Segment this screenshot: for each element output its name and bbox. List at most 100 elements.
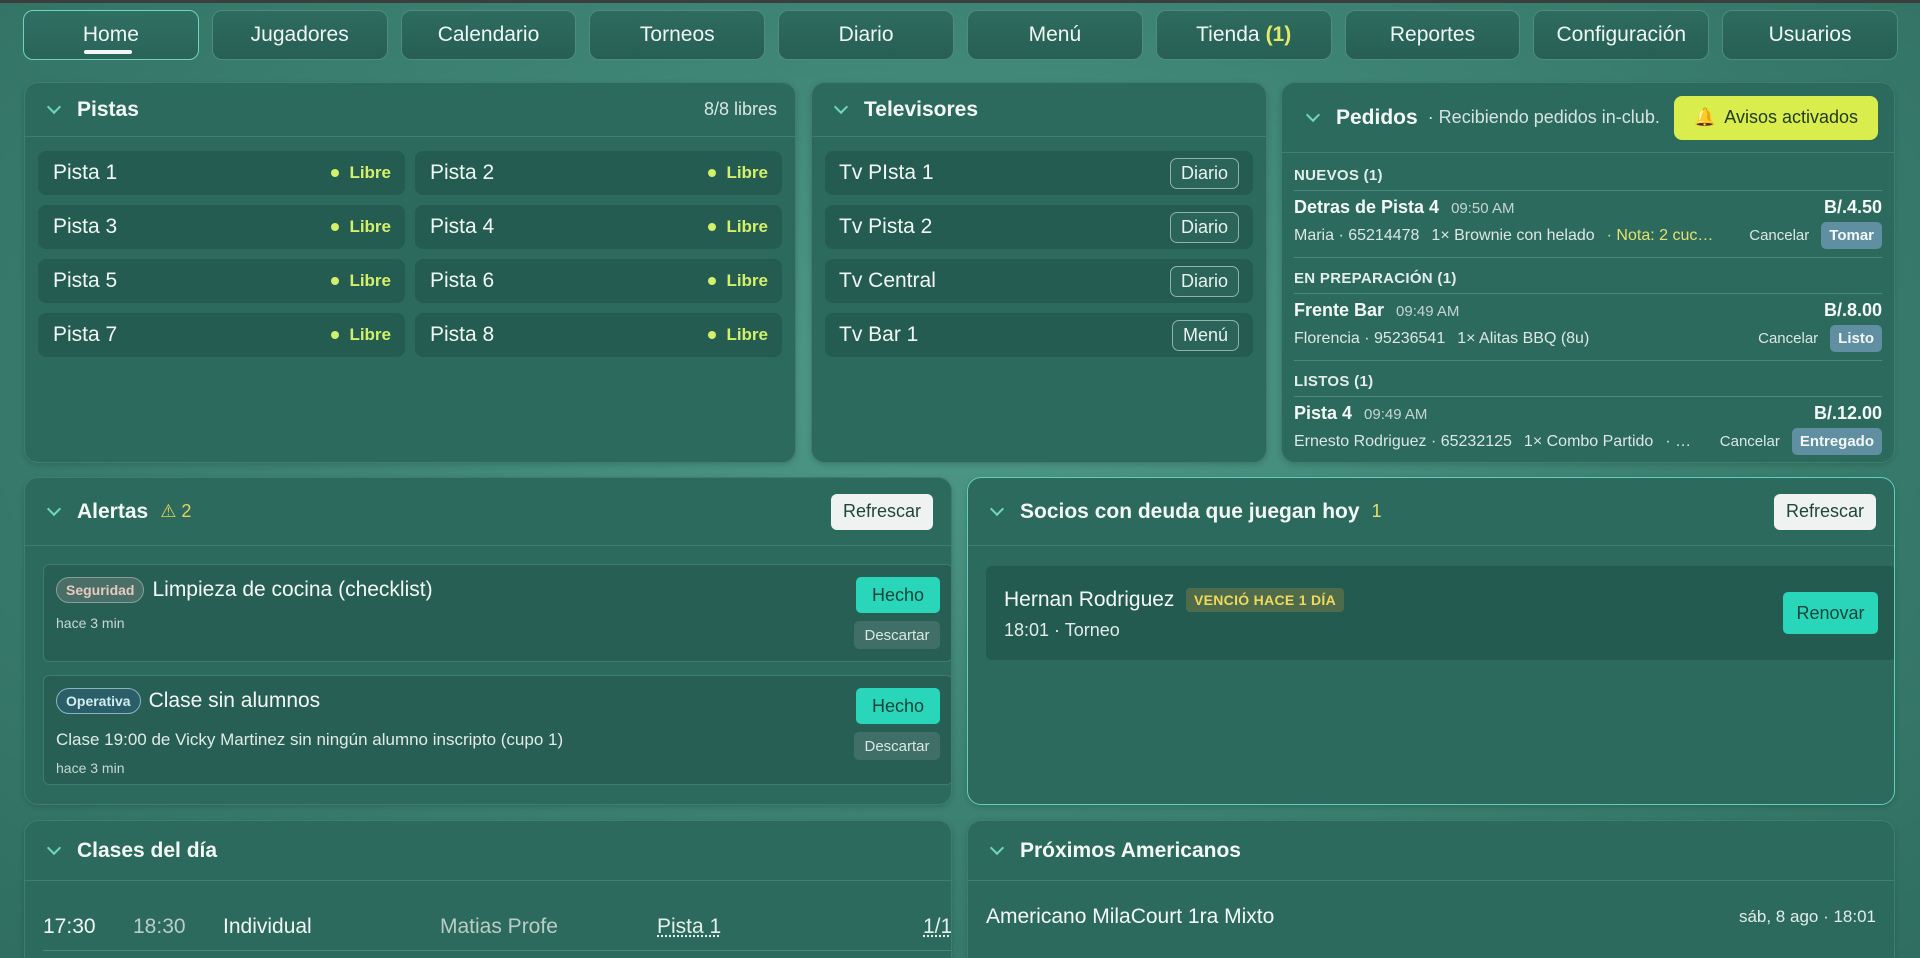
tv-mode-button[interactable]: Diario bbox=[1169, 265, 1239, 297]
court-status: Libre bbox=[331, 325, 391, 345]
chevron-down-icon[interactable] bbox=[46, 501, 62, 516]
court-status: Libre bbox=[708, 217, 768, 237]
chevron-down-icon[interactable] bbox=[46, 99, 62, 114]
alert-age: hace 3 min bbox=[56, 760, 125, 776]
tv-mode-button[interactable]: Diario bbox=[1169, 157, 1239, 189]
nav-jugadores[interactable]: Jugadores bbox=[211, 10, 388, 60]
member-detail: 18:01 · Torneo bbox=[1004, 620, 1120, 640]
tv-mode-button[interactable]: Menú bbox=[1171, 319, 1239, 351]
orders-section-label: LISTOS (1) bbox=[1294, 373, 1882, 397]
court-card[interactable]: Pista 8 Libre bbox=[415, 313, 782, 357]
ready-order-button[interactable]: Listo bbox=[1830, 325, 1882, 352]
take-order-button[interactable]: Tomar bbox=[1821, 222, 1882, 249]
nav-reportes[interactable]: Reportes bbox=[1344, 10, 1521, 60]
done-button[interactable]: Hecho bbox=[856, 688, 940, 724]
nav-label: Home bbox=[82, 23, 139, 46]
order-item: 1× Combo Partido bbox=[1523, 432, 1654, 450]
court-name: Pista 5 bbox=[53, 269, 118, 292]
refresh-socios-button[interactable]: Refrescar bbox=[1773, 493, 1876, 530]
clases-header[interactable]: Clases del día bbox=[25, 821, 951, 881]
chevron-down-icon[interactable] bbox=[833, 99, 849, 114]
televisores-panel: Televisores Tv PIsta 1 Diario Tv Pista 2 D… bbox=[811, 82, 1267, 463]
americano-name[interactable]: Americano MilaCourt 1ra Mixto bbox=[986, 905, 1274, 929]
socios-header[interactable]: Socios con deuda que juegan hoy 1 Refres… bbox=[968, 478, 1894, 546]
court-card[interactable]: Pista 7 Libre bbox=[38, 313, 405, 357]
order-row: Detras de Pista 4 09:50 AM B/.4.50 Maria… bbox=[1294, 191, 1882, 258]
court-card[interactable]: Pista 3 Libre bbox=[38, 205, 405, 249]
dismiss-button[interactable]: Descartar bbox=[854, 621, 940, 649]
order-location: Pista 4 bbox=[1294, 403, 1353, 423]
court-name: Pista 8 bbox=[430, 323, 495, 346]
refresh-alerts-button[interactable]: Refrescar bbox=[830, 493, 933, 530]
class-coach: Matias Profe bbox=[440, 915, 558, 938]
tv-mode-button[interactable]: Diario bbox=[1169, 211, 1239, 243]
debt-count-badge: 1 bbox=[1371, 501, 1382, 521]
bell-icon: 🔔 bbox=[1693, 107, 1717, 127]
class-start: 17:30 bbox=[43, 915, 96, 938]
nav-usuarios[interactable]: Usuarios bbox=[1722, 10, 1898, 60]
americano-date: sáb, 8 ago · 18:01 bbox=[1738, 907, 1876, 926]
alert-age: hace 3 min bbox=[56, 615, 125, 631]
tv-card[interactable]: Tv Central Diario bbox=[825, 259, 1253, 303]
status-dot-icon bbox=[708, 331, 717, 339]
chevron-down-icon[interactable] bbox=[989, 501, 1005, 516]
alertas-header[interactable]: Alertas ⚠ 2 Refrescar bbox=[25, 478, 951, 546]
orders-list: NUEVOS (1) Detras de Pista 4 09:50 AM B/… bbox=[1282, 153, 1894, 462]
status-dot-icon bbox=[331, 223, 340, 231]
order-price: B/.4.50 bbox=[1823, 197, 1882, 217]
nav-tienda[interactable]: Tienda (1) bbox=[1155, 10, 1332, 60]
court-card[interactable]: Pista 1 Libre bbox=[38, 151, 405, 195]
delivered-order-button[interactable]: Entregado bbox=[1791, 428, 1882, 455]
alerts-toggle-label: Avisos activados bbox=[1724, 107, 1858, 127]
americanos-header[interactable]: Próximos Americanos bbox=[968, 821, 1894, 881]
court-name: Pista 1 bbox=[53, 161, 118, 184]
cancel-order-button[interactable]: Cancelar bbox=[1749, 227, 1809, 244]
tv-card[interactable]: Tv Bar 1 Menú bbox=[825, 313, 1253, 357]
tv-card[interactable]: Tv Pista 2 Diario bbox=[825, 205, 1253, 249]
nav-configuracion[interactable]: Configuración bbox=[1533, 10, 1710, 60]
nav-home[interactable]: Home bbox=[23, 10, 199, 60]
pedidos-header[interactable]: Pedidos · Recibiendo pedidos in-club. 🔔 A… bbox=[1282, 83, 1894, 153]
cancel-order-button[interactable]: Cancelar bbox=[1720, 433, 1780, 450]
warning-count-badge: ⚠ 2 bbox=[160, 501, 192, 521]
pedidos-panel: Pedidos · Recibiendo pedidos in-club. 🔔 A… bbox=[1281, 82, 1895, 463]
status-label: Libre bbox=[349, 325, 391, 344]
tv-card[interactable]: Tv PIsta 1 Diario bbox=[825, 151, 1253, 195]
tv-list: Tv PIsta 1 Diario Tv Pista 2 Diario Tv Cen… bbox=[812, 137, 1266, 357]
class-court-link[interactable]: Pista 1 bbox=[657, 915, 721, 939]
chevron-down-icon[interactable] bbox=[1305, 107, 1321, 122]
nav-menu[interactable]: Menú bbox=[966, 10, 1143, 60]
chevron-down-icon[interactable] bbox=[46, 840, 62, 855]
alerts-toggle-button[interactable]: 🔔 Avisos activados bbox=[1673, 95, 1878, 140]
main-nav: Home Jugadores Calendario Torneos Diario… bbox=[0, 3, 1920, 65]
court-card[interactable]: Pista 6 Libre bbox=[415, 259, 782, 303]
nav-torneos[interactable]: Torneos bbox=[589, 10, 766, 60]
court-status: Libre bbox=[708, 271, 768, 291]
courts-free-count: 8/8 libres bbox=[703, 99, 777, 119]
court-card[interactable]: Pista 4 Libre bbox=[415, 205, 782, 249]
televisores-header[interactable]: Televisores bbox=[812, 83, 1266, 137]
court-status: Libre bbox=[331, 163, 391, 183]
nav-calendario[interactable]: Calendario bbox=[400, 10, 577, 60]
member-name: Hernan Rodriguez bbox=[1004, 588, 1175, 611]
status-label: Libre bbox=[726, 163, 768, 182]
status-label: Libre bbox=[726, 325, 768, 344]
renew-button[interactable]: Renovar bbox=[1783, 592, 1878, 634]
socios-deuda-panel: Socios con deuda que juegan hoy 1 Refres… bbox=[967, 477, 1895, 805]
cancel-order-button[interactable]: Cancelar bbox=[1758, 330, 1818, 347]
done-button[interactable]: Hecho bbox=[856, 577, 940, 613]
nav-diario[interactable]: Diario bbox=[778, 10, 954, 60]
pistas-header[interactable]: Pistas 8/8 libres bbox=[25, 83, 795, 137]
class-occupancy: 1/1 bbox=[923, 915, 952, 938]
class-row[interactable]: 17:30 18:30 Individual Matias Profe Pist… bbox=[43, 909, 952, 951]
status-label: Libre bbox=[726, 217, 768, 236]
class-type: Individual bbox=[223, 915, 312, 938]
court-card[interactable]: Pista 2 Libre bbox=[415, 151, 782, 195]
court-name: Pista 7 bbox=[53, 323, 118, 346]
court-card[interactable]: Pista 5 Libre bbox=[38, 259, 405, 303]
order-price: B/.8.00 bbox=[1823, 300, 1882, 320]
chevron-down-icon[interactable] bbox=[989, 840, 1005, 855]
dismiss-button[interactable]: Descartar bbox=[854, 732, 940, 760]
nav-label: Calendario bbox=[437, 23, 540, 46]
panel-title: Pistas bbox=[77, 97, 139, 121]
